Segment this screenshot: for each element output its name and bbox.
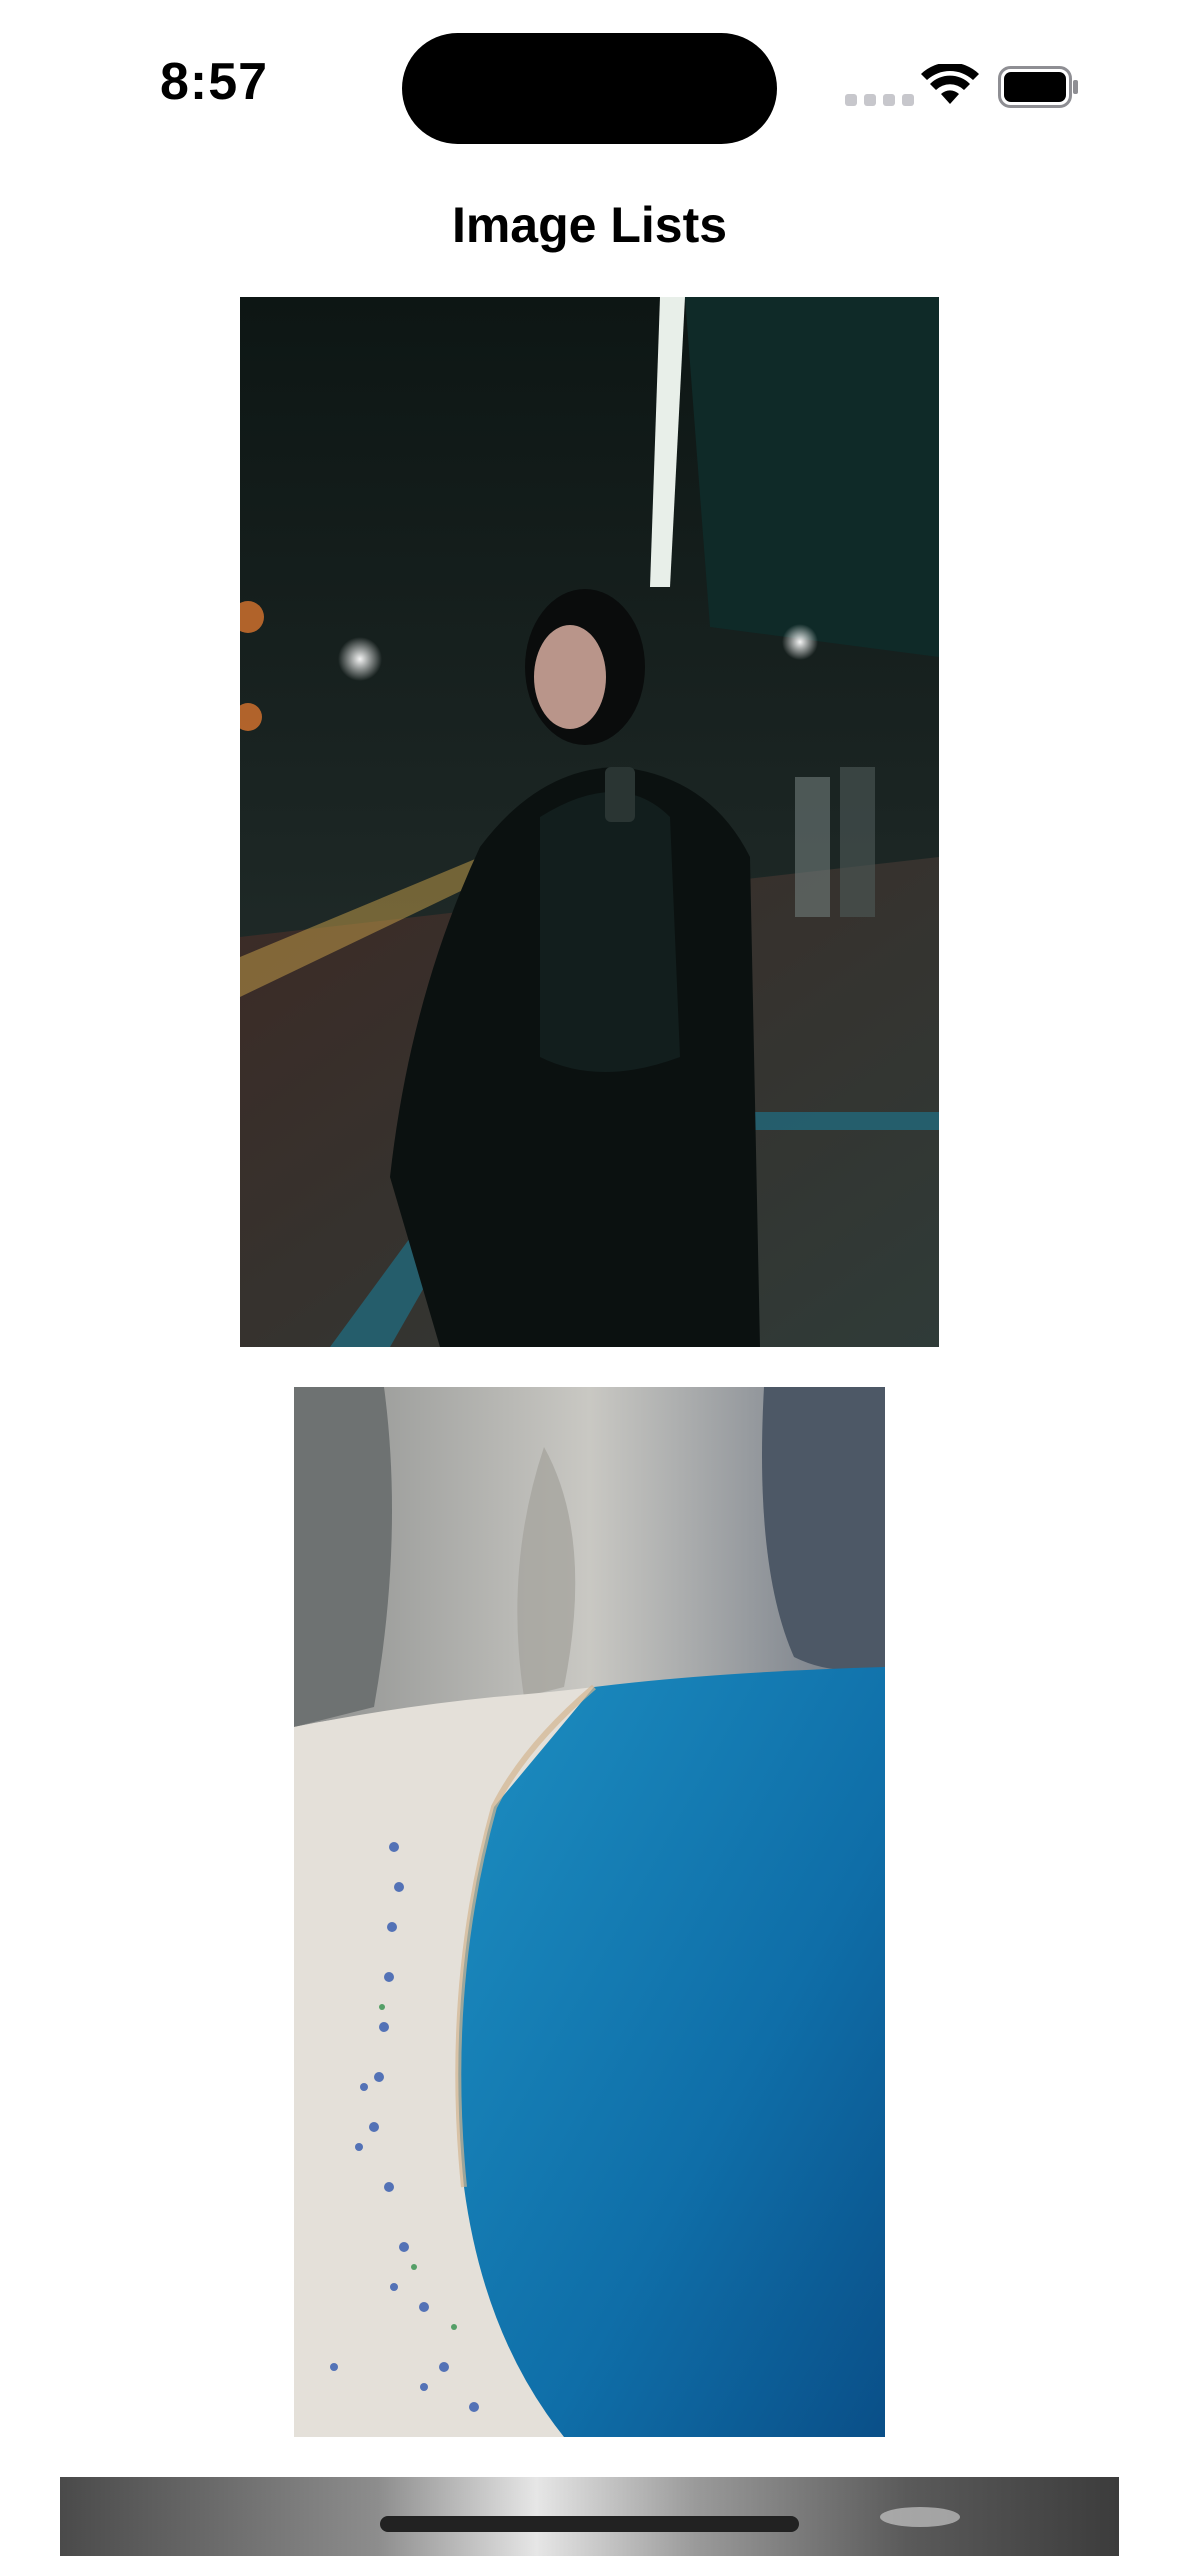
dynamic-island bbox=[402, 33, 777, 144]
wifi-icon bbox=[921, 62, 979, 108]
battery-icon bbox=[998, 66, 1080, 108]
cellular-signal-icon bbox=[845, 94, 914, 106]
woman-in-subway-photo[interactable] bbox=[240, 297, 939, 1347]
home-indicator[interactable] bbox=[380, 2516, 799, 2532]
app-screen: 8:57 Image Lists bbox=[0, 0, 1179, 2556]
status-time: 8:57 bbox=[160, 53, 269, 111]
beach-aerial-photo[interactable] bbox=[294, 1387, 885, 2437]
page-title: Image Lists bbox=[451, 197, 728, 253]
